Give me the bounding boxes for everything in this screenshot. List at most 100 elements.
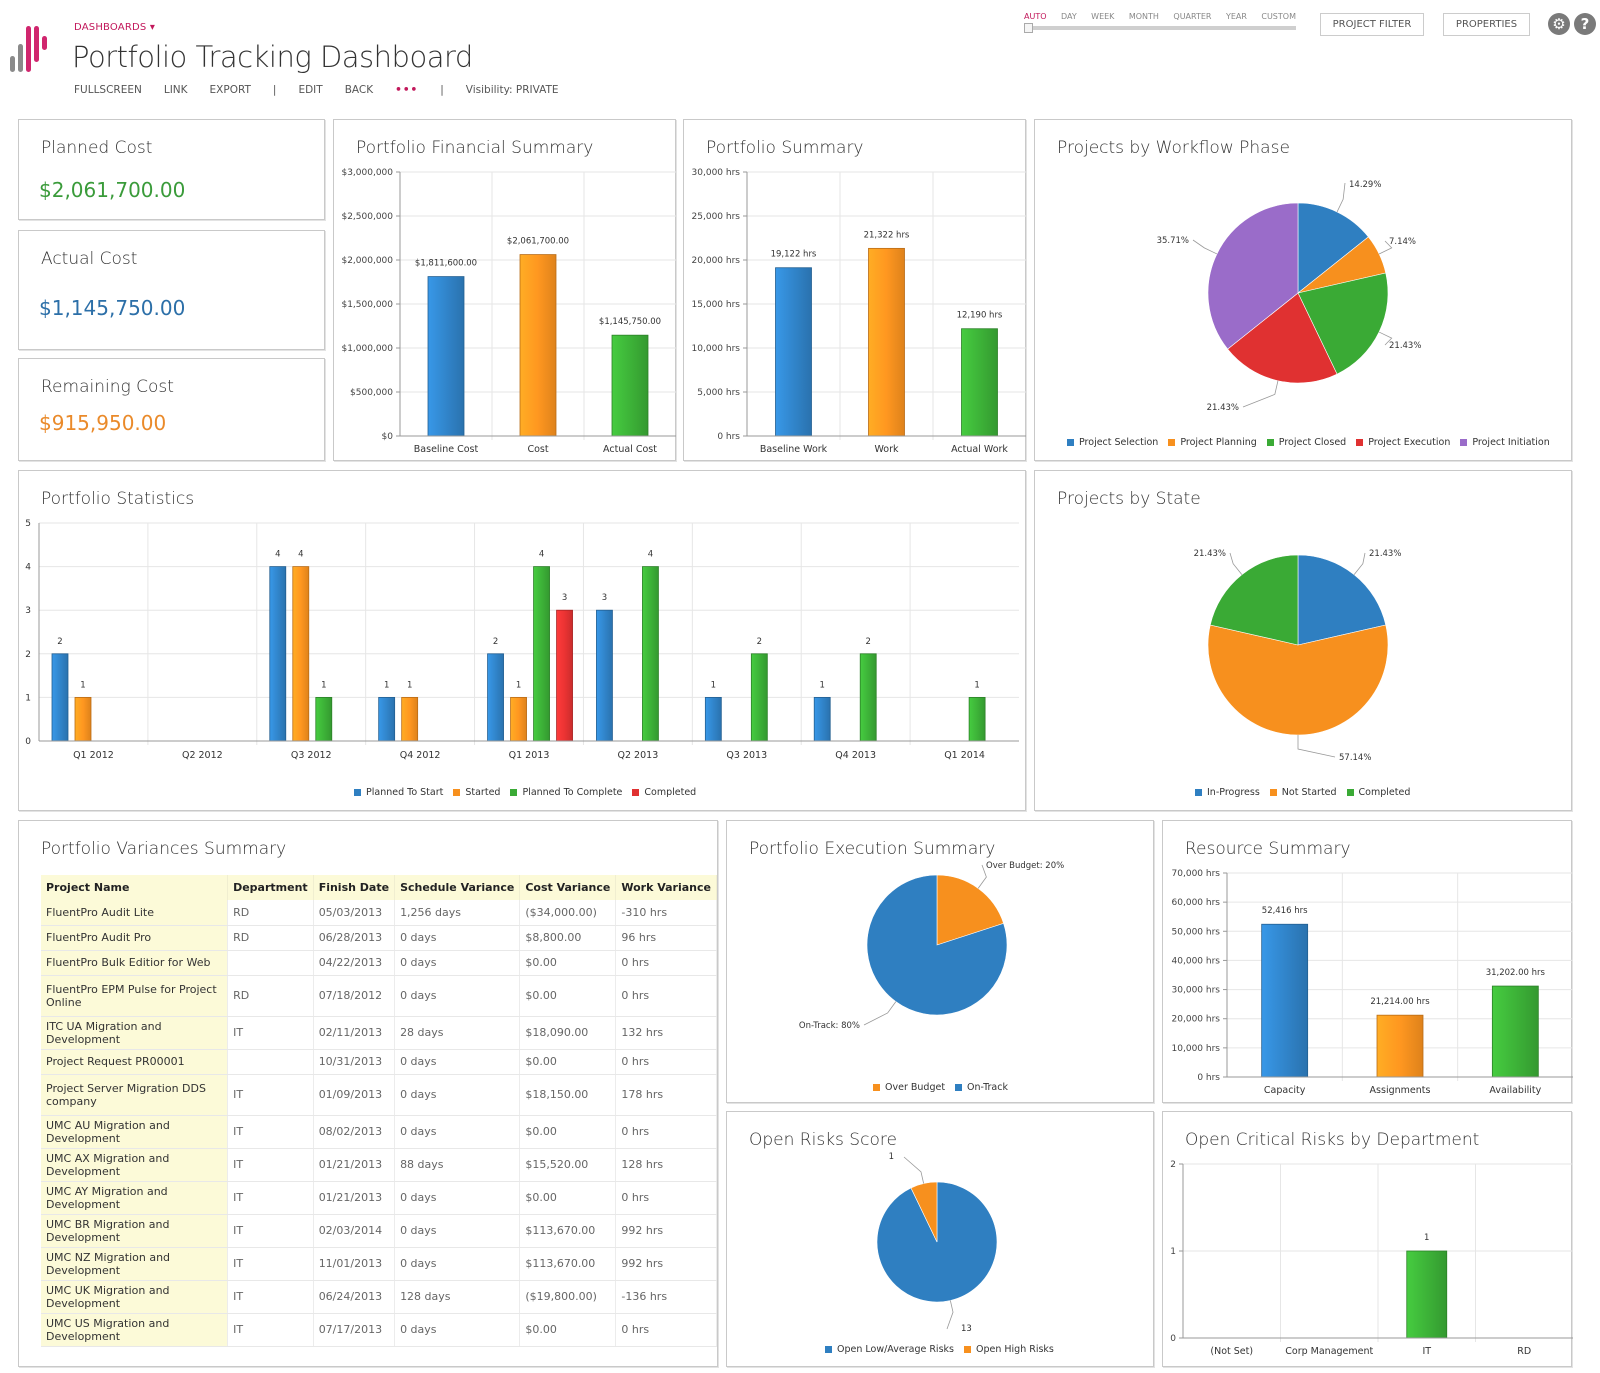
y-tick-label: 40,000 hrs — [1172, 956, 1221, 966]
legend-item[interactable]: Project Planning — [1168, 437, 1257, 448]
panel-portfolio-summary: Portfolio Summary 0 hrs 5,000 hrs 10,000 h… — [683, 119, 1026, 461]
cost-variance-cell: $15,520.00 — [519, 1148, 617, 1182]
more-icon[interactable]: ••• — [395, 84, 418, 96]
schedule-variance-cell: 0 days — [394, 1313, 521, 1347]
legend-item[interactable]: In-Progress — [1195, 787, 1260, 798]
data-label: 57.14% — [1339, 753, 1371, 763]
legend-label: Open Low/Average Risks — [837, 1344, 954, 1355]
legend-item[interactable]: On-Track — [955, 1082, 1008, 1093]
legend-item[interactable]: Open Low/Average Risks — [825, 1344, 954, 1355]
timescale-option-month[interactable]: MONTH — [1129, 12, 1159, 21]
table-row[interactable]: UMC NZ Migration and Development IT 11/01/… — [41, 1247, 717, 1281]
legend-item[interactable]: Started — [453, 787, 500, 798]
timescale-option-auto[interactable]: AUTO — [1024, 12, 1047, 21]
legend-swatch — [963, 1346, 971, 1353]
table-row[interactable]: UMC US Migration and Development IT 07/17/… — [41, 1313, 717, 1347]
kpi-actual-cost: Actual Cost $1,145,750.00 — [18, 230, 325, 350]
legend-item[interactable]: Over Budget — [873, 1082, 945, 1093]
timescale-option-day[interactable]: DAY — [1061, 12, 1077, 21]
column-header[interactable]: Department — [227, 875, 314, 900]
finish-date-cell: 10/31/2013 — [313, 1049, 396, 1075]
table-row[interactable]: UMC AX Migration and Development IT 01/21/… — [41, 1148, 717, 1182]
data-label: 1 — [889, 1152, 894, 1162]
data-label: 1 — [516, 680, 521, 690]
department-cell: IT — [227, 1148, 314, 1182]
separator: | — [440, 84, 444, 96]
x-tick-label: Q2 2012 — [182, 750, 223, 761]
timescale-option-quarter[interactable]: QUARTER — [1173, 12, 1211, 21]
bar — [1376, 1014, 1424, 1078]
kpi-remaining-cost: Remaining Cost $915,950.00 — [18, 358, 325, 461]
project-filter-button[interactable]: PROJECT FILTER — [1320, 13, 1424, 36]
timescale-slider[interactable]: AUTO DAY WEEK MONTH QUARTER YEAR CUSTOM — [1024, 12, 1296, 33]
link-link[interactable]: LINK — [164, 84, 188, 96]
legend-item[interactable]: Project Selection — [1067, 437, 1158, 448]
column-header[interactable]: Cost Variance — [519, 875, 617, 900]
summary-chart: 0 hrs 5,000 hrs 10,000 hrs 15,000 hrs 20,000… — [692, 168, 1026, 455]
x-tick-label: Assignments — [1370, 1085, 1431, 1096]
bar — [487, 653, 504, 742]
legend-item[interactable]: Planned To Start — [354, 787, 443, 798]
table-row[interactable]: FluentPro Audit Lite RD 05/03/2013 1,256 da… — [41, 900, 717, 926]
leader-line — [1242, 380, 1279, 408]
legend-item[interactable]: Project Initiation — [1460, 437, 1550, 448]
table-row[interactable]: FluentPro Bulk Editior for Web 04/22/2013… — [41, 950, 717, 976]
table-row[interactable]: ITC UA Migration and Development IT 02/11/… — [41, 1016, 717, 1050]
dashboards-dropdown[interactable]: DASHBOARDS ▾ — [74, 22, 155, 33]
department-cell: IT — [227, 1181, 314, 1215]
table-row[interactable]: UMC AU Migration and Development IT 08/02/… — [41, 1115, 717, 1149]
export-link[interactable]: EXPORT — [210, 84, 251, 96]
y-tick-label: $3,000,000 — [341, 168, 393, 178]
leader-line — [903, 1156, 925, 1184]
y-tick-label: 10,000 hrs — [692, 344, 741, 354]
table-row[interactable]: FluentPro EPM Pulse for Project Online RD… — [41, 975, 717, 1017]
legend-item[interactable]: Project Closed — [1266, 437, 1346, 448]
column-header[interactable]: Project Name — [41, 875, 229, 900]
kpi-value: $1,145,750.00 — [39, 296, 186, 320]
work-variance-cell: 178 hrs — [615, 1074, 717, 1116]
timescale-track[interactable] — [1024, 23, 1296, 33]
legend-item[interactable]: Open High Risks — [963, 1344, 1054, 1355]
cost-variance-cell: $0.00 — [519, 950, 617, 976]
y-tick-label: $1,500,000 — [341, 300, 393, 310]
cost-variance-cell: $0.00 — [519, 975, 617, 1017]
legend-swatch — [453, 789, 461, 796]
table-row[interactable]: UMC BR Migration and Development IT 02/03/… — [41, 1214, 717, 1248]
fullscreen-link[interactable]: FULLSCREEN — [74, 84, 142, 96]
properties-button[interactable]: PROPERTIES — [1443, 13, 1530, 36]
data-label: 4 — [298, 550, 303, 560]
legend-item[interactable]: Completed — [632, 787, 696, 798]
legend-item[interactable]: Project Execution — [1356, 437, 1450, 448]
timescale-option-year[interactable]: YEAR — [1226, 12, 1247, 21]
project-name-cell: FluentPro Audit Lite — [41, 900, 229, 926]
schedule-variance-cell: 0 days — [394, 1214, 521, 1248]
help-icon[interactable]: ? — [1574, 13, 1596, 35]
legend-item[interactable]: Planned To Complete — [510, 787, 622, 798]
bar — [401, 696, 419, 742]
back-link[interactable]: BACK — [345, 84, 373, 96]
column-header[interactable]: Work Variance — [615, 875, 717, 900]
kpi-value: $2,061,700.00 — [39, 178, 186, 202]
data-label: Over Budget: 20% — [986, 861, 1064, 871]
timescale-option-custom[interactable]: CUSTOM — [1261, 12, 1296, 21]
column-header[interactable]: Finish Date — [313, 875, 396, 900]
timescale-thumb[interactable] — [1024, 23, 1033, 33]
table-row[interactable]: Project Request PR00001 10/31/2013 0 days $… — [41, 1049, 717, 1075]
legend-label: Not Started — [1281, 787, 1337, 798]
column-header[interactable]: Schedule Variance — [394, 875, 521, 900]
department-cell: RD — [227, 900, 314, 926]
table-row[interactable]: Project Server Migration DDS company IT 01… — [41, 1074, 717, 1116]
legend-label: Completed — [1358, 787, 1411, 798]
timescale-options: AUTO DAY WEEK MONTH QUARTER YEAR CUSTOM — [1024, 12, 1296, 21]
y-tick-label: 3 — [25, 606, 31, 616]
timescale-option-week[interactable]: WEEK — [1091, 12, 1114, 21]
table-row[interactable]: UMC AY Migration and Development IT 01/21/… — [41, 1181, 717, 1215]
legend-item[interactable]: Completed — [1346, 787, 1411, 798]
legend-item[interactable]: Not Started — [1269, 787, 1337, 798]
edit-link[interactable]: EDIT — [298, 84, 322, 96]
data-label: 1 — [820, 680, 825, 690]
cost-variance-cell: $0.00 — [519, 1313, 617, 1347]
gear-icon[interactable]: ⚙ — [1548, 13, 1570, 35]
table-row[interactable]: FluentPro Audit Pro RD 06/28/2013 0 days $8,… — [41, 925, 717, 951]
table-row[interactable]: UMC UK Migration and Development IT 06/24/… — [41, 1280, 717, 1314]
